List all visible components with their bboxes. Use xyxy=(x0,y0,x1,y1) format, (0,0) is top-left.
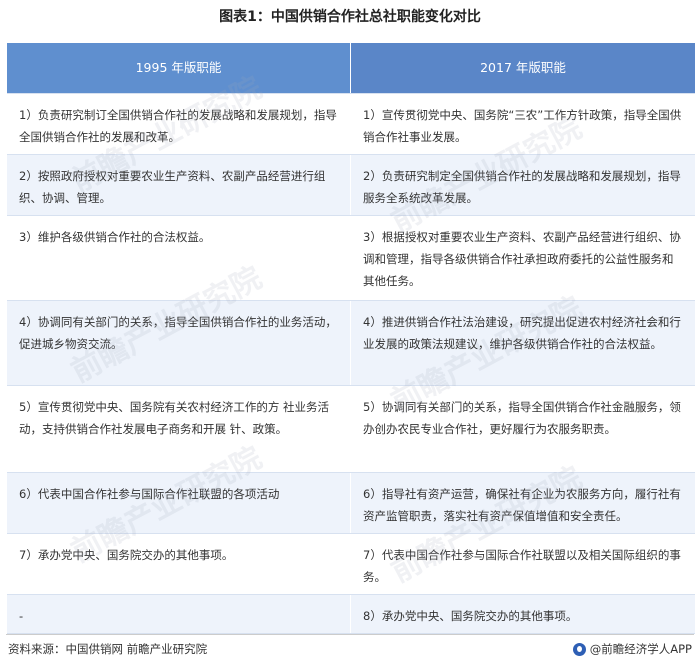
table-title: 图表1：中国供销合作社总社职能变化对比 xyxy=(219,9,481,25)
table-row: 6）代表中国合作社参与国际合作社联盟的各项活动 6）指导社有资产运营，确保社有企… xyxy=(7,473,695,534)
column-header-2017: 2017 年版职能 xyxy=(351,43,695,93)
cell-2017: 8）承办党中央、国务院交办的其他事项。 xyxy=(351,595,695,633)
cell-1995: 3）维护各级供销合作社的合法权益。 xyxy=(7,216,351,300)
cell-1995: 7）承办党中央、国务院交办的其他事项。 xyxy=(7,534,351,594)
table-row: 1）负责研究制订全国供销合作社的发展战略和发展规划，指导全国供销合作社的发展和改… xyxy=(7,94,695,155)
table-row: 5）宣传贯彻党中央、国务院有关农村经济工作的方 社业务活动，支持供销合作社发展电… xyxy=(7,386,695,473)
table-row: 2）按照政府授权对重要农业生产资料、农副产品经营进行组织、协调、管理。 2）负责… xyxy=(7,155,695,216)
cell-2017: 6）指导社有资产运营，确保社有企业为农服务方向，履行社有资产监管职责，落实社有资… xyxy=(351,473,695,533)
cell-1995: 2）按照政府授权对重要农业生产资料、农副产品经营进行组织、协调、管理。 xyxy=(7,155,351,215)
table-row: 3）维护各级供销合作社的合法权益。 3）根据授权对重要农业生产资料、农副产品经营… xyxy=(7,216,695,301)
cell-1995: 1）负责研究制订全国供销合作社的发展战略和发展规划，指导全国供销合作社的发展和改… xyxy=(7,94,351,154)
footer: 资料来源：中国供销网 前瞻产业研究院 @前瞻经济学人APP xyxy=(6,634,694,663)
cell-2017: 1）宣传贯彻党中央、国务院“三农”工作方针政策，指导全国供销合作社事业发展。 xyxy=(351,94,695,154)
column-header-1995: 1995 年版职能 xyxy=(7,43,351,93)
table-row: 4）协调同有关部门的关系，指导全国供销合作社的业务活动，促进城乡物资交流。 4）… xyxy=(7,301,695,386)
brand-credit: @前瞻经济学人APP xyxy=(572,641,692,657)
comparison-table: 1995 年版职能 2017 年版职能 1）负责研究制订全国供销合作社的发展战略… xyxy=(6,42,696,635)
cell-2017: 5）协调同有关部门的关系，指导全国供销合作社金融服务，领办创办农民专业合作社，更… xyxy=(351,386,695,472)
cell-2017: 3）根据授权对重要农业生产资料、农副产品经营进行组织、协调和管理，指导各级供销合… xyxy=(351,216,695,300)
cell-2017: 7）代表中国合作社参与国际合作社联盟以及相关国际组织的事务。 xyxy=(351,534,695,594)
table-row: - 8）承办党中央、国务院交办的其他事项。 xyxy=(7,595,695,634)
cell-1995: - xyxy=(7,595,351,633)
cell-1995: 5）宣传贯彻党中央、国务院有关农村经济工作的方 社业务活动，支持供销合作社发展电… xyxy=(7,386,351,472)
cell-2017: 2）负责研究制定全国供销合作社的发展战略和发展规划，指导服务全系统改革发展。 xyxy=(351,155,695,215)
cell-2017: 4）推进供销合作社法治建设，研究提出促进农村经济社会和行业发展的政策法规建议，维… xyxy=(351,301,695,385)
table-header-row: 1995 年版职能 2017 年版职能 xyxy=(7,43,695,94)
brand-label: @前瞻经济学人APP xyxy=(589,642,692,656)
table-row: 7）承办党中央、国务院交办的其他事项。 7）代表中国合作社参与国际合作社联盟以及… xyxy=(7,534,695,595)
cell-1995: 4）协调同有关部门的关系，指导全国供销合作社的业务活动，促进城乡物资交流。 xyxy=(7,301,351,385)
cell-1995: 6）代表中国合作社参与国际合作社联盟的各项活动 xyxy=(7,473,351,533)
source-note: 资料来源：中国供销网 前瞻产业研究院 xyxy=(8,642,208,656)
brand-logo-icon xyxy=(572,642,586,656)
